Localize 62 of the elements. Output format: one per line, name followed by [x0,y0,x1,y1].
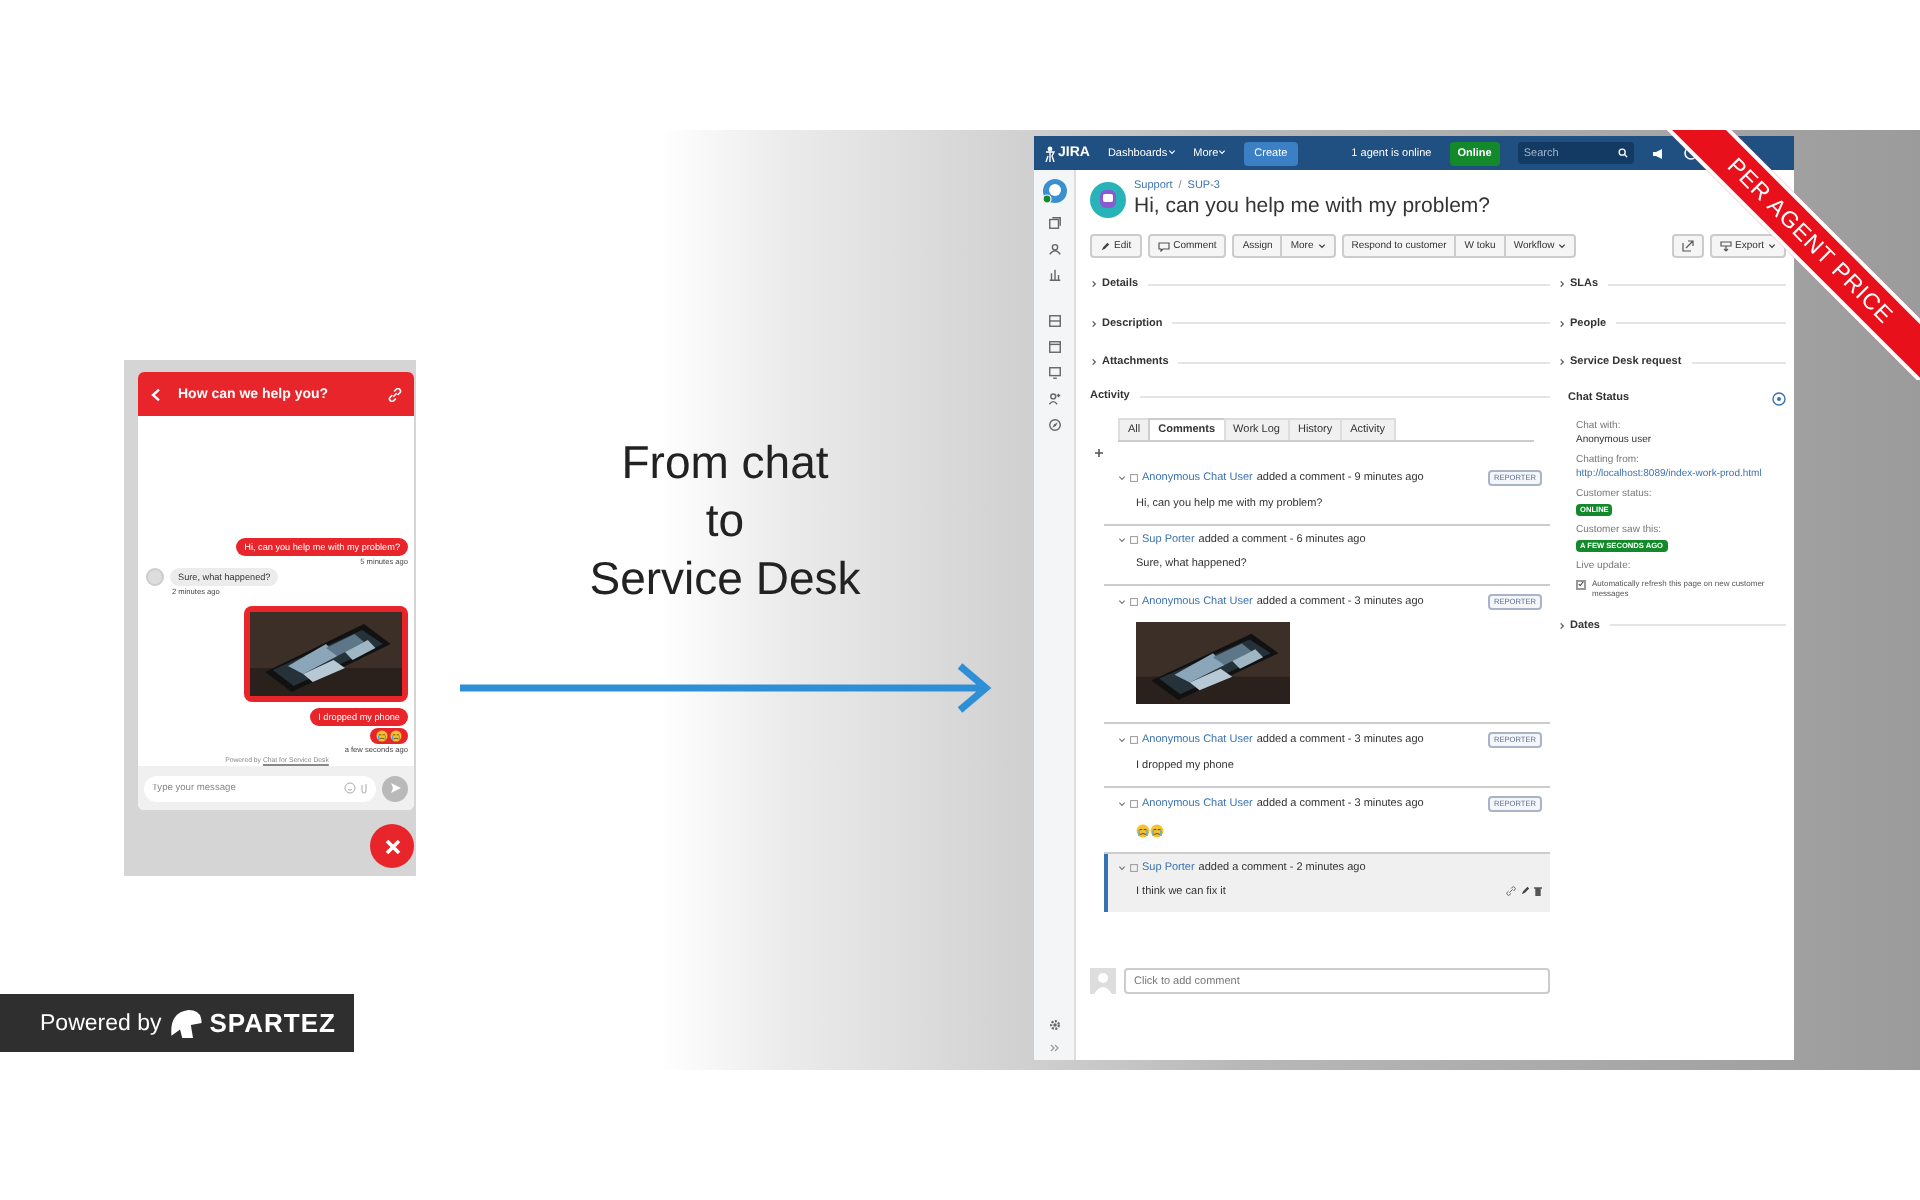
caret-icon [1218,147,1227,155]
comment-checkbox-icon [1130,735,1138,743]
caret-icon [1768,242,1776,250]
megaphone-icon[interactable] [1651,147,1666,159]
issue-avatar-icon [1090,181,1126,217]
comment-checkbox-icon [1130,799,1138,807]
help-icon[interactable] [1772,391,1786,405]
comment-checkbox-icon [1130,863,1138,871]
back-icon[interactable] [150,387,162,401]
project-avatar-icon[interactable] [1041,178,1067,204]
monitor-icon[interactable] [1047,366,1061,380]
caret-icon [1118,735,1126,743]
chevron-icon [1558,358,1566,367]
pencil-icon [1100,241,1110,251]
download-icon [1719,240,1732,252]
chevron-icon [1090,319,1098,328]
comment-checkbox-icon [1130,535,1138,543]
pencil-icon [1520,886,1530,896]
send-icon [389,782,401,794]
caret-icon [1317,242,1326,250]
share-icon [1681,240,1694,252]
chart-icon[interactable] [1047,268,1061,282]
comment-checkbox-icon [1130,597,1138,605]
caret-icon [1118,597,1126,605]
caret-icon [1118,863,1126,871]
headline-text: Service Desk [589,550,861,608]
stack-icon[interactable] [1047,216,1061,230]
settings-icon[interactable] [1047,1018,1061,1032]
trash-icon[interactable] [1534,886,1542,896]
checkbox[interactable] [1576,579,1586,589]
storage-icon[interactable] [1047,314,1061,328]
add-icon[interactable] [1094,447,1104,457]
user-avatar-icon [1090,968,1116,994]
caret-icon [1558,242,1567,250]
close-icon [383,837,401,855]
paperclip-icon[interactable] [360,782,368,794]
issue-title: Hi, can you help me with my problem? [1134,194,1490,218]
chevron-icon [1558,621,1566,630]
compass-icon[interactable] [1047,418,1061,432]
close-button[interactable] [370,824,414,868]
headline-text: From chat [621,434,829,492]
caret-icon [1118,473,1126,481]
chevron-icon [1558,280,1566,289]
link-icon[interactable] [1506,886,1516,896]
caret-icon [1118,799,1126,807]
powered-by-badge[interactable]: Powered by SPARTEZ [0,994,354,1052]
avatar [146,568,164,586]
helmet-logo-icon [169,1009,202,1037]
search-icon [1617,148,1628,158]
person-icon[interactable] [1047,392,1061,406]
chevron-icon [1090,358,1098,367]
chevron-icon [1090,280,1098,289]
badge-text: Powered by [40,1011,162,1035]
speech-bubble-icon [1157,241,1170,251]
caret-icon [1167,147,1176,155]
expand-icon[interactable] [1049,1044,1059,1052]
brand-name: SPARTEZ [209,1008,336,1038]
chevron-icon [1558,319,1566,328]
comment-checkbox-icon [1130,473,1138,481]
window-icon[interactable] [1047,340,1061,354]
headline-text: to [705,492,745,550]
caret-icon [1118,535,1126,543]
